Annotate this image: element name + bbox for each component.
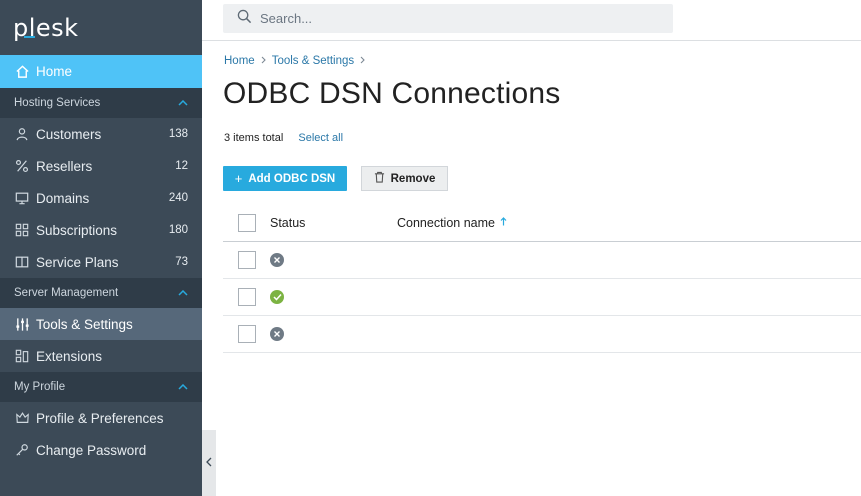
row-checkbox[interactable] bbox=[238, 251, 256, 269]
sidebar-item-label: Customers bbox=[36, 126, 102, 142]
key-icon bbox=[14, 442, 30, 458]
chevron-up-icon bbox=[178, 382, 188, 393]
remove-button-label: Remove bbox=[390, 172, 436, 185]
user-icon bbox=[14, 126, 30, 142]
sidebar-item-count: 240 bbox=[168, 192, 188, 204]
column-header-connection-name[interactable]: Connection name bbox=[397, 216, 507, 230]
trash-icon bbox=[374, 171, 385, 186]
book-icon bbox=[14, 254, 30, 270]
section-server-management[interactable]: Server Management bbox=[0, 278, 202, 308]
home-icon bbox=[14, 64, 30, 80]
sidebar-item-count: 180 bbox=[168, 224, 188, 236]
column-header-status[interactable]: Status bbox=[270, 216, 397, 230]
logo-underline bbox=[24, 36, 35, 38]
column-header-label: Connection name bbox=[397, 215, 495, 230]
search-box[interactable] bbox=[223, 4, 673, 33]
row-checkbox[interactable] bbox=[238, 288, 256, 306]
chevron-right-icon bbox=[261, 56, 266, 67]
breadcrumb-tools-link[interactable]: Tools & Settings bbox=[272, 55, 354, 67]
row-status-cell bbox=[270, 253, 397, 267]
items-summary: 3 items total Select all bbox=[224, 132, 343, 144]
status-disabled-icon bbox=[270, 327, 284, 341]
sidebar-item-label: Change Password bbox=[36, 442, 147, 458]
breadcrumb: Home Tools & Settings bbox=[224, 55, 371, 67]
sidebar-item-subscriptions[interactable]: Subscriptions 180 bbox=[0, 214, 202, 246]
dsn-table: Status Connection name bbox=[223, 204, 861, 353]
sidebar-item-profile-preferences[interactable]: Profile & Preferences bbox=[0, 402, 202, 434]
chevron-up-icon bbox=[178, 98, 188, 109]
sliders-icon bbox=[14, 316, 30, 332]
sidebar-item-label: Profile & Preferences bbox=[36, 410, 164, 426]
sidebar-item-domains[interactable]: Domains 240 bbox=[0, 182, 202, 214]
row-checkbox[interactable] bbox=[238, 325, 256, 343]
sidebar-item-label: Extensions bbox=[36, 348, 103, 364]
sidebar-item-change-password[interactable]: Change Password bbox=[0, 434, 202, 466]
remove-button[interactable]: Remove bbox=[361, 166, 448, 191]
sidebar-item-resellers[interactable]: Resellers 12 bbox=[0, 150, 202, 182]
chevron-right-icon bbox=[360, 56, 365, 67]
breadcrumb-home-link[interactable]: Home bbox=[224, 55, 255, 67]
table-row[interactable] bbox=[223, 279, 861, 316]
sidebar-item-service-plans[interactable]: Service Plans 73 bbox=[0, 246, 202, 278]
section-my-profile[interactable]: My Profile bbox=[0, 372, 202, 402]
sidebar-item-home[interactable]: Home bbox=[0, 55, 202, 88]
monitor-icon bbox=[14, 190, 30, 206]
row-status-cell bbox=[270, 327, 397, 341]
sidebar: plesk Home Hosting Services Customers 13… bbox=[0, 0, 202, 496]
plesk-logo[interactable]: plesk bbox=[0, 0, 202, 55]
sidebar-item-label: Service Plans bbox=[36, 254, 119, 270]
section-hosting-services[interactable]: Hosting Services bbox=[0, 88, 202, 118]
sidebar-item-tools-settings[interactable]: Tools & Settings bbox=[0, 308, 202, 340]
search-icon bbox=[237, 9, 252, 29]
sidebar-item-extensions[interactable]: Extensions bbox=[0, 340, 202, 372]
top-bar bbox=[202, 0, 861, 41]
section-label: My Profile bbox=[14, 381, 66, 393]
table-row[interactable] bbox=[223, 316, 861, 353]
page-title: ODBC DSN Connections bbox=[223, 77, 561, 110]
section-label: Hosting Services bbox=[14, 97, 101, 109]
sidebar-item-label: Tools & Settings bbox=[36, 316, 133, 332]
extensions-icon bbox=[14, 348, 30, 364]
section-label: Server Management bbox=[14, 287, 119, 299]
crown-icon bbox=[14, 410, 30, 426]
sidebar-item-count: 12 bbox=[175, 160, 188, 172]
sidebar-item-count: 138 bbox=[168, 128, 188, 140]
percent-icon bbox=[14, 158, 30, 174]
sort-ascending-icon bbox=[500, 216, 507, 229]
chevron-left-icon bbox=[206, 457, 212, 470]
add-odbc-dsn-button[interactable]: + Add ODBC DSN bbox=[223, 166, 347, 191]
select-all-checkbox[interactable] bbox=[238, 213, 256, 232]
sidebar-collapse-button[interactable] bbox=[202, 430, 216, 496]
chevron-up-icon bbox=[178, 288, 188, 299]
search-input[interactable] bbox=[260, 11, 640, 26]
grid-icon bbox=[14, 222, 30, 238]
plus-icon: + bbox=[234, 171, 243, 186]
status-ok-icon bbox=[270, 290, 284, 304]
add-button-label: Add ODBC DSN bbox=[248, 172, 336, 185]
sidebar-item-label: Subscriptions bbox=[36, 222, 118, 238]
items-total-text: 3 items total bbox=[224, 132, 284, 144]
main-content: Home Tools & Settings ODBC DSN Connectio… bbox=[216, 41, 861, 496]
table-row[interactable] bbox=[223, 242, 861, 279]
sidebar-item-label: Home bbox=[36, 64, 73, 79]
status-disabled-icon bbox=[270, 253, 284, 267]
row-status-cell bbox=[270, 290, 397, 304]
sidebar-item-label: Domains bbox=[36, 190, 90, 206]
sidebar-item-label: Resellers bbox=[36, 158, 93, 174]
sidebar-item-count: 73 bbox=[175, 256, 188, 268]
select-all-link[interactable]: Select all bbox=[298, 132, 343, 144]
sidebar-item-customers[interactable]: Customers 138 bbox=[0, 118, 202, 150]
logo-text: plesk bbox=[13, 13, 79, 42]
table-header: Status Connection name bbox=[223, 204, 861, 242]
